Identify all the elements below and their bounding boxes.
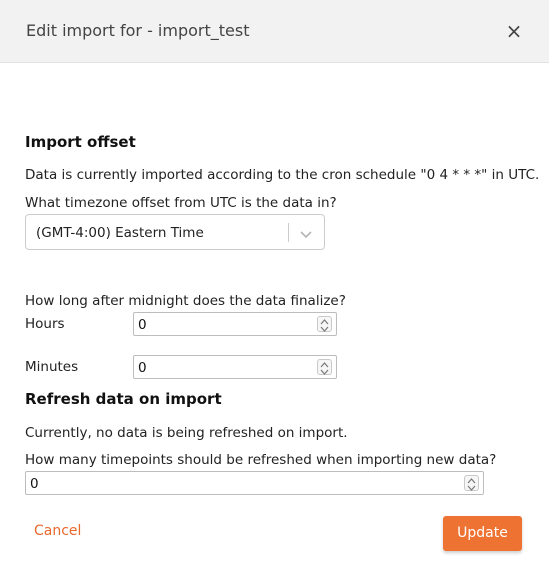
stepper-down-icon[interactable] — [320, 369, 329, 375]
modal-title: Edit import for - import_test — [26, 21, 250, 40]
timepoints-value: 0 — [30, 476, 39, 492]
select-separator — [288, 223, 289, 242]
stepper-up-icon[interactable] — [467, 478, 476, 484]
stepper-down-icon[interactable] — [320, 326, 329, 332]
minutes-stepper[interactable] — [317, 359, 332, 375]
modal-header: Edit import for - import_test × — [0, 0, 549, 63]
refresh-status-text: Currently, no data is being refreshed on… — [25, 425, 348, 441]
hours-input[interactable]: 0 — [133, 312, 337, 336]
finalize-question: How long after midnight does the data fi… — [25, 293, 346, 309]
stepper-up-icon[interactable] — [320, 319, 329, 325]
stepper-up-icon[interactable] — [320, 362, 329, 368]
cancel-button[interactable]: Cancel — [34, 523, 81, 539]
refresh-heading: Refresh data on import — [25, 390, 222, 408]
timepoints-stepper[interactable] — [464, 475, 479, 491]
timezone-selected-value: (GMT-4:00) Eastern Time — [36, 225, 204, 241]
timepoints-input[interactable]: 0 — [25, 471, 484, 495]
timezone-question: What timezone offset from UTC is the dat… — [25, 195, 337, 211]
timezone-select[interactable]: (GMT-4:00) Eastern Time — [25, 214, 325, 250]
minutes-value: 0 — [138, 360, 147, 376]
hours-value: 0 — [138, 317, 147, 333]
cron-schedule-text: Data is currently imported according to … — [25, 167, 540, 183]
hours-stepper[interactable] — [317, 316, 332, 332]
hours-label: Hours — [25, 316, 65, 332]
stepper-down-icon[interactable] — [467, 485, 476, 491]
timepoints-question: How many timepoints should be refreshed … — [25, 452, 497, 468]
import-offset-heading: Import offset — [25, 133, 136, 151]
edit-import-modal: Edit import for - import_test × Import o… — [0, 0, 549, 569]
minutes-label: Minutes — [25, 359, 79, 375]
chevron-down-icon[interactable] — [299, 226, 313, 240]
update-button[interactable]: Update — [443, 516, 522, 551]
minutes-input[interactable]: 0 — [133, 355, 337, 379]
close-icon[interactable]: × — [503, 20, 525, 42]
